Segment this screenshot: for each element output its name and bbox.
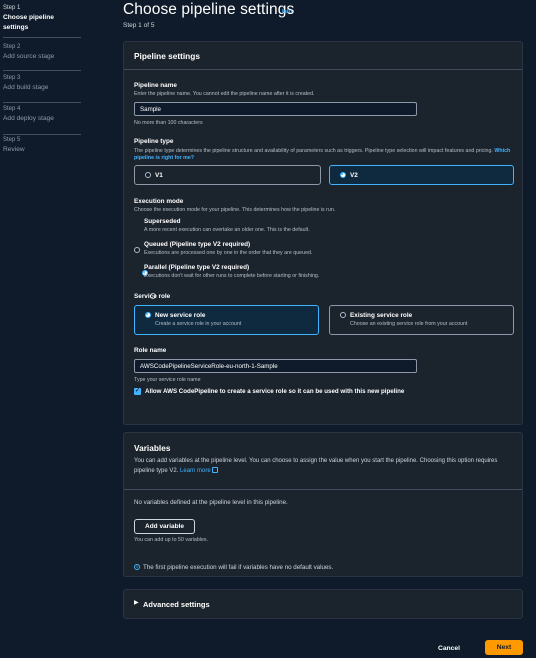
step-number: Step 1	[3, 5, 21, 11]
pipeline-name-input[interactable]: Sample	[134, 102, 417, 116]
pipeline-name-label: Pipeline name	[134, 82, 177, 89]
radio-existing-role[interactable]	[340, 312, 346, 318]
step-5: Step 5 Review	[3, 136, 112, 154]
info-link[interactable]: Info	[282, 9, 292, 15]
step-number: Step 2	[3, 44, 21, 50]
info-icon: i	[134, 564, 140, 570]
step-title: Add source stage	[3, 53, 55, 60]
caret-right-icon[interactable]: ▶	[134, 599, 139, 606]
step-title: Review	[3, 146, 25, 153]
wizard-steps-nav: Step 1 Choose pipeline settings Step 2 A…	[0, 0, 112, 658]
external-link-icon[interactable]	[212, 467, 219, 473]
next-button[interactable]: Next	[485, 640, 523, 655]
add-variable-button[interactable]: Add variable	[134, 519, 196, 534]
advanced-settings-title[interactable]: Advanced settings	[143, 600, 210, 609]
new-role-label: New service role	[155, 311, 206, 319]
superseded-label[interactable]: Superseded	[144, 218, 181, 225]
step-divider	[3, 70, 81, 71]
pipeline-name-description: Enter the pipeline name. You cannot edit…	[134, 91, 315, 97]
pipeline-settings-panel: Pipeline settings Pipeline name Enter th…	[123, 41, 523, 425]
variables-header: Variables You can add variables at the p…	[124, 433, 522, 490]
step-4: Step 4 Add deploy stage	[3, 105, 112, 123]
step-1[interactable]: Step 1 Choose pipeline settings	[3, 4, 112, 33]
cancel-button[interactable]: Cancel	[438, 645, 460, 652]
radio-superseded[interactable]	[134, 247, 140, 253]
step-title: Add build stage	[3, 84, 49, 91]
existing-role-label: Existing service role	[350, 311, 413, 319]
step-title: Add deploy stage	[3, 115, 54, 122]
execution-mode-description: Choose the execution mode for your pipel…	[134, 207, 336, 213]
panel-title: Pipeline settings	[134, 51, 200, 61]
step-number: Step 5	[3, 137, 21, 143]
radio-v1[interactable]	[145, 172, 151, 178]
no-variables-message: No variables defined at the pipeline lev…	[134, 499, 288, 506]
service-role-label: Service role	[134, 293, 171, 300]
v1-label: V1	[155, 171, 163, 179]
step-3: Step 3 Add build stage	[3, 74, 112, 92]
step-indicator: Step 1 of 5	[123, 22, 155, 29]
variables-description: You can add variables at the pipeline le…	[134, 456, 509, 476]
variables-info-message: The first pipeline execution will fail i…	[143, 564, 334, 571]
step-divider	[3, 37, 81, 38]
advanced-settings-panel[interactable]: ▶ Advanced settings	[123, 589, 523, 619]
queued-label[interactable]: Queued (Pipeline type V2 required)	[144, 241, 250, 248]
role-name-input[interactable]: AWSCodePipelineServiceRole-eu-north-1-Sa…	[134, 359, 417, 373]
radio-new-role[interactable]	[145, 312, 151, 318]
existing-service-role-tile[interactable]: Existing service role Choose an existing…	[329, 305, 514, 335]
pipeline-type-desc-text: The pipeline type determines the pipelin…	[134, 148, 493, 154]
new-service-role-tile[interactable]: New service role Create a service role i…	[134, 305, 319, 335]
variables-title: Variables	[134, 443, 171, 453]
existing-role-description: Choose an existing service role from you…	[350, 321, 468, 327]
superseded-description: A more recent execution can overtake an …	[144, 227, 310, 233]
radio-v2[interactable]	[340, 172, 346, 178]
step-divider	[3, 134, 81, 135]
pipeline-type-description: The pipeline type determines the pipelin…	[134, 148, 514, 162]
step-title: Choose pipeline settings	[3, 14, 54, 31]
allow-create-role-label[interactable]: Allow AWS CodePipeline to create a servi…	[145, 387, 415, 397]
learn-more-link[interactable]: Learn more	[180, 468, 211, 474]
step-number: Step 3	[3, 75, 21, 81]
variables-panel: Variables You can add variables at the p…	[123, 432, 523, 577]
pipeline-type-v2-tile[interactable]: V2	[329, 165, 514, 185]
panel-header: Pipeline settings	[124, 42, 522, 70]
execution-mode-label: Execution mode	[134, 198, 184, 205]
step-2: Step 2 Add source stage	[3, 43, 112, 61]
parallel-description: Executions don't wait for other runs to …	[144, 273, 320, 279]
step-number: Step 4	[3, 106, 21, 112]
queued-description: Executions are processed one by one in t…	[144, 250, 313, 256]
variables-limit-hint: You can add up to 50 variables.	[134, 537, 209, 543]
parallel-label[interactable]: Parallel (Pipeline type V2 required)	[144, 264, 249, 271]
pipeline-name-hint: No more than 100 characters	[134, 120, 203, 126]
v2-label: V2	[350, 171, 358, 179]
pipeline-type-v1-tile[interactable]: V1	[134, 165, 321, 185]
role-name-label: Role name	[134, 347, 167, 354]
role-name-hint: Type your service role name	[134, 377, 201, 383]
pipeline-type-label: Pipeline type	[134, 138, 174, 145]
page-title: Choose pipeline settings	[123, 1, 295, 18]
allow-create-role-checkbox[interactable]: ✓	[134, 388, 141, 395]
new-role-description: Create a service role in your account	[155, 321, 242, 327]
step-divider	[3, 102, 81, 103]
